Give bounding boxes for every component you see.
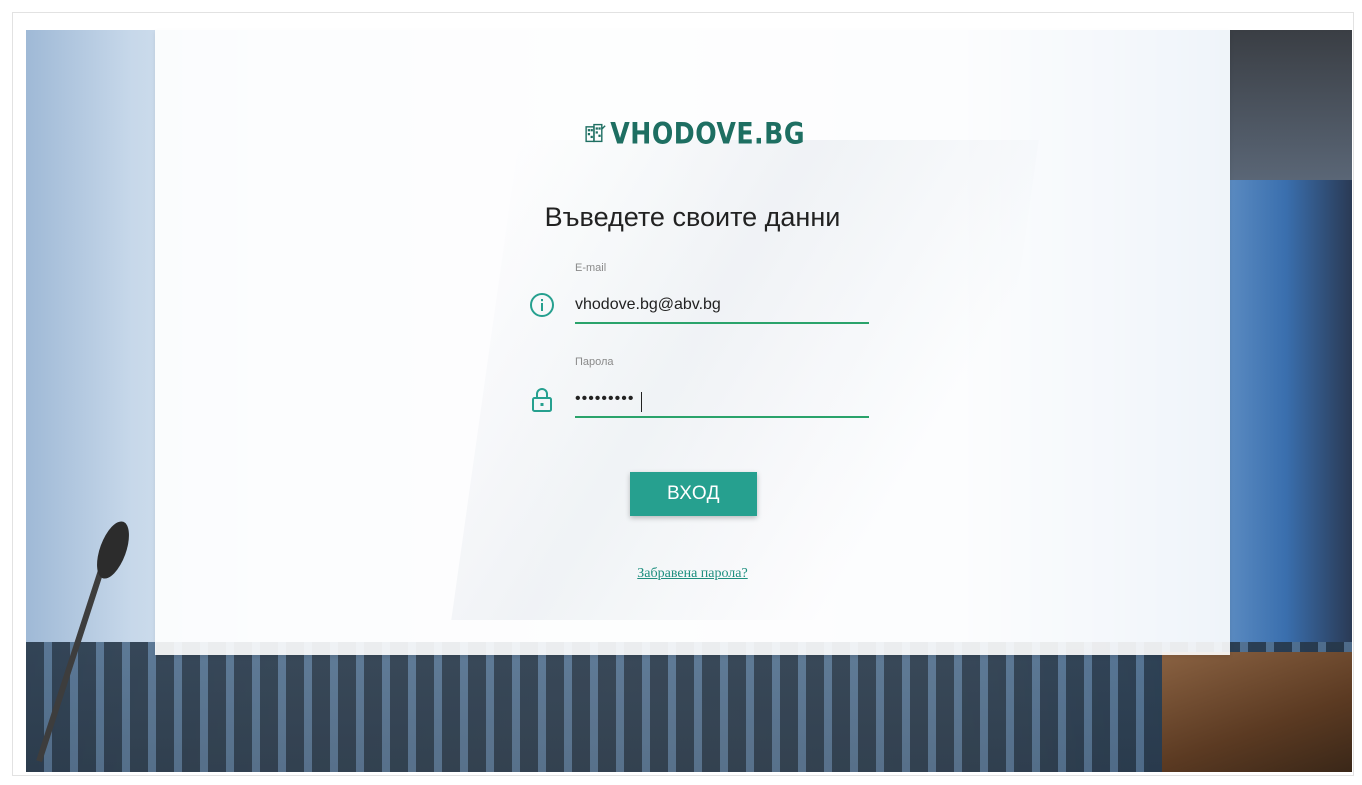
email-input[interactable] xyxy=(575,288,869,324)
password-input[interactable] xyxy=(575,382,869,418)
login-heading: Въведете своите данни xyxy=(544,202,841,232)
login-button[interactable]: ВХОД xyxy=(630,472,757,516)
background-buildings xyxy=(26,642,1352,772)
background-building-dark xyxy=(1230,30,1352,180)
brand-logo[interactable]: VHODOVE.BG xyxy=(585,113,805,153)
building-logo-icon xyxy=(585,123,606,143)
brand-name: VHODOVE.BG xyxy=(610,115,805,151)
background-building-brown xyxy=(1162,652,1352,772)
forgot-password-link[interactable]: Забравена парола? xyxy=(637,566,747,581)
info-icon xyxy=(530,293,554,317)
lock-icon xyxy=(532,388,552,412)
password-field: Парола xyxy=(529,356,869,426)
password-label: Парола xyxy=(575,356,614,368)
email-label: E-mail xyxy=(575,262,607,274)
login-card: VHODOVE.BG Въведете своите данни E-mail … xyxy=(155,30,1230,655)
email-field: E-mail xyxy=(529,262,869,332)
street-lamp xyxy=(36,500,142,763)
text-caret xyxy=(641,392,642,412)
